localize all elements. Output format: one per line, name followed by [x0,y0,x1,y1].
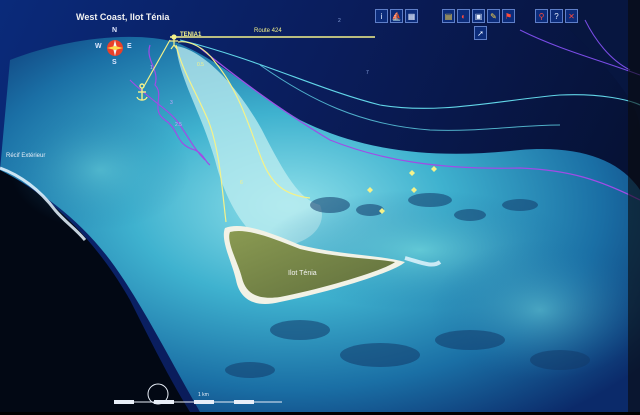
pointer-icon: ➚ [477,28,484,38]
boat-button[interactable]: ⛵ [390,9,403,23]
close-button[interactable]: ✕ [565,9,578,23]
chart-button[interactable]: ▤ [442,9,455,23]
boat-icon: ⛵ [391,11,402,21]
reef-label: Récif Extérieur [6,153,46,159]
waypoint-label: TENIA1 [180,32,202,38]
info-icon: i [380,11,383,21]
palette-icon: ◐ [461,11,466,21]
compass-e: E [127,43,132,50]
help-button[interactable]: ? [550,9,563,23]
help-icon: ? [554,11,559,21]
compass-n: N [112,27,118,34]
reef-patch [10,110,190,230]
toolbar-left: i ⛵ ▦ [375,9,418,23]
toolbar-right: ⚲ ? ✕ [535,9,578,23]
tools-button[interactable]: ✎ [487,9,500,23]
photo-button[interactable]: ▣ [472,9,485,23]
depth-sounding: 6 [240,180,243,186]
pin-icon: ⚲ [538,11,545,21]
tools-icon: ✎ [490,11,497,21]
chart-title: West Coast, Ilot Ténia [76,12,170,22]
compass-rose[interactable]: N S E W [95,27,135,68]
depth-sounding: 1 [150,65,153,71]
scale-bar: 1 km [112,380,292,410]
layers-icon: ▦ [407,11,416,21]
depth-sounding: 2 [338,18,341,24]
compass-w: W [95,43,102,50]
island-label: Ilot Ténia [288,270,317,277]
toolbar-middle: ▤ ◐ ▣ ✎ ⚑ [442,9,515,23]
chart-icon: ▤ [444,11,453,21]
screen-bezel [628,0,640,412]
depth-sounding: 2.5 [175,122,182,128]
compass-s: S [112,59,117,66]
layers-button[interactable]: ▦ [405,9,418,23]
pin-button[interactable]: ⚲ [535,9,548,23]
info-button[interactable]: i [375,9,388,23]
pointer-button[interactable]: ➚ [474,26,487,40]
depth-sounding: 7 [366,70,369,76]
depth-sounding: 3 [170,100,173,106]
flag-button[interactable]: ⚑ [502,9,515,23]
flag-icon: ⚑ [504,11,513,21]
close-icon: ✕ [568,11,575,21]
scale-label: 1 km [198,392,209,398]
route-label: Route 424 [254,28,282,34]
palette-button[interactable]: ◐ [457,9,470,23]
depth-sounding: 0.5 [197,62,204,68]
photo-icon: ▣ [474,11,483,21]
